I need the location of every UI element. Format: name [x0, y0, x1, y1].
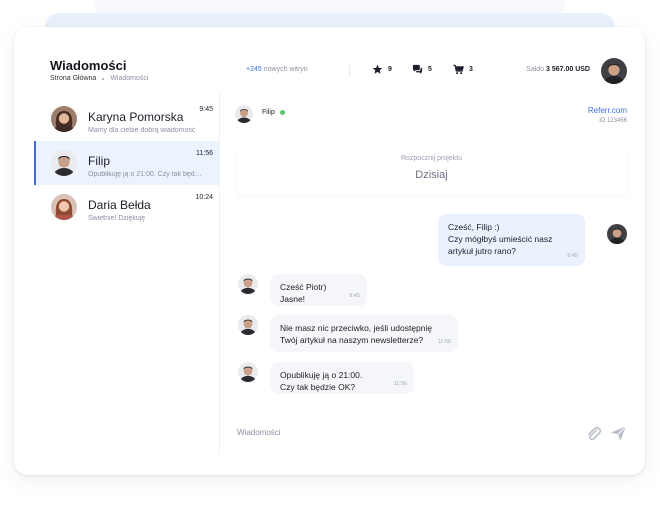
- project-divider: Rozpocznij projektu Dzisiaj: [236, 147, 627, 195]
- message-bubble-incoming: Cześć Piotr) Jasne! 9:45: [270, 274, 367, 306]
- chats-counter[interactable]: 5: [412, 64, 432, 75]
- contact-avatar: [51, 106, 77, 132]
- message-time: 11:56: [393, 381, 407, 387]
- conversation-item[interactable]: Karyna Pomorska Mamy dla ciebie dobrą wi…: [34, 97, 219, 141]
- last-message-time: 10:24: [195, 194, 213, 201]
- message-text: Cześć Piotr) Jasne!: [280, 282, 327, 304]
- last-message-preview: Opublikuję ją o 21:00. Czy tak będzie OK…: [88, 171, 202, 178]
- contact-name: Daria Bełda: [88, 198, 151, 212]
- breadcrumb-current: Wiadomości: [110, 75, 149, 82]
- chat-panel: Filip Referr.com ID 123456 Rozpocznij pr…: [221, 92, 627, 455]
- referrer-link[interactable]: Referr.com: [588, 106, 627, 115]
- favorites-count: 9: [388, 66, 392, 73]
- breadcrumb: Strona Główna Wiadomości: [50, 75, 148, 82]
- message-text: Cześć, Filip :) Czy mógłbyś umieścić nas…: [448, 222, 553, 256]
- user-avatar[interactable]: [601, 58, 627, 84]
- favorites-counter[interactable]: 9: [372, 64, 392, 75]
- app-frame: Wiadomości Strona Główna Wiadomości +245…: [14, 27, 645, 475]
- message-bubble-incoming: Nie masz nic przeciwko, jeśli udostępnię…: [270, 315, 458, 352]
- new-sites-label: nowych witryn: [263, 66, 308, 73]
- paperclip-icon[interactable]: [586, 426, 602, 442]
- sender-avatar: [238, 362, 258, 382]
- last-message-time: 9:45: [199, 106, 213, 113]
- last-message-time: 11:56: [196, 150, 213, 157]
- sender-avatar: [238, 274, 258, 294]
- new-sites-notice[interactable]: +245 nowych witryn: [246, 66, 308, 73]
- message-time: 9:45: [349, 293, 360, 299]
- conversation-item-active[interactable]: Filip Opublikuję ją o 21:00. Czy tak będ…: [34, 141, 219, 185]
- balance-value: 3 567.00 USD: [546, 66, 590, 73]
- balance: Saldo 3 567.00 USD: [526, 66, 590, 73]
- cart-icon: [453, 64, 464, 75]
- conversation-list: Karyna Pomorska Mamy dla ciebie dobrą wi…: [34, 92, 220, 455]
- messages-window: Wiadomości Strona Główna Wiadomości +245…: [34, 45, 627, 455]
- balance-label: Saldo: [526, 66, 545, 73]
- star-icon: [372, 64, 383, 74]
- project-label: Rozpocznij projektu: [400, 155, 463, 162]
- new-sites-count: +245: [246, 66, 262, 73]
- last-message-preview: Świetnie! Dziękuję: [88, 215, 146, 222]
- sender-avatar: [607, 224, 627, 244]
- send-icon[interactable]: [610, 425, 627, 442]
- message-input[interactable]: Wiadomości: [237, 428, 281, 437]
- contact-name: Filip: [88, 154, 111, 168]
- message-time: 9:45: [567, 253, 578, 259]
- cart-count: 3: [469, 66, 473, 73]
- online-status-dot: [279, 110, 285, 115]
- message-text: Nie masz nic przeciwko, jeśli udostępnię…: [280, 323, 433, 345]
- conversation-item[interactable]: Daria Bełda Świetnie! Dziękuję 10:24: [34, 185, 219, 229]
- chat-contact-avatar[interactable]: [235, 105, 253, 123]
- contact-avatar: [51, 150, 77, 176]
- breadcrumb-separator: [102, 77, 105, 80]
- message-bubble-outgoing: Cześć, Filip :) Czy mógłbyś umieścić nas…: [438, 214, 585, 266]
- last-message-preview: Mamy dla ciebie dobrą wiadomość: [88, 127, 196, 134]
- header-divider: [349, 63, 350, 77]
- chats-count: 5: [428, 66, 432, 73]
- date-label: Dzisiaj: [415, 169, 448, 181]
- message-time: 11:56: [437, 339, 451, 345]
- chat-contact-name: Filip: [262, 109, 275, 116]
- sender-avatar: [238, 315, 258, 335]
- chat-bubbles-icon: [412, 64, 423, 74]
- page-title: Wiadomości: [50, 58, 127, 73]
- message-bubble-incoming: Opublikuję ją o 21:00. Czy tak będzie OK…: [270, 362, 414, 394]
- chat-contact: Filip: [262, 109, 285, 116]
- contact-avatar: [51, 194, 77, 220]
- contact-name: Karyna Pomorska: [88, 110, 184, 124]
- user-avatar-image: [601, 58, 627, 84]
- cart-counter[interactable]: 3: [453, 64, 473, 75]
- referrer-id: ID 123456: [599, 118, 627, 124]
- breadcrumb-home-link[interactable]: Strona Główna: [50, 75, 96, 82]
- message-text: Opublikuję ją o 21:00. Czy tak będzie OK…: [280, 370, 363, 392]
